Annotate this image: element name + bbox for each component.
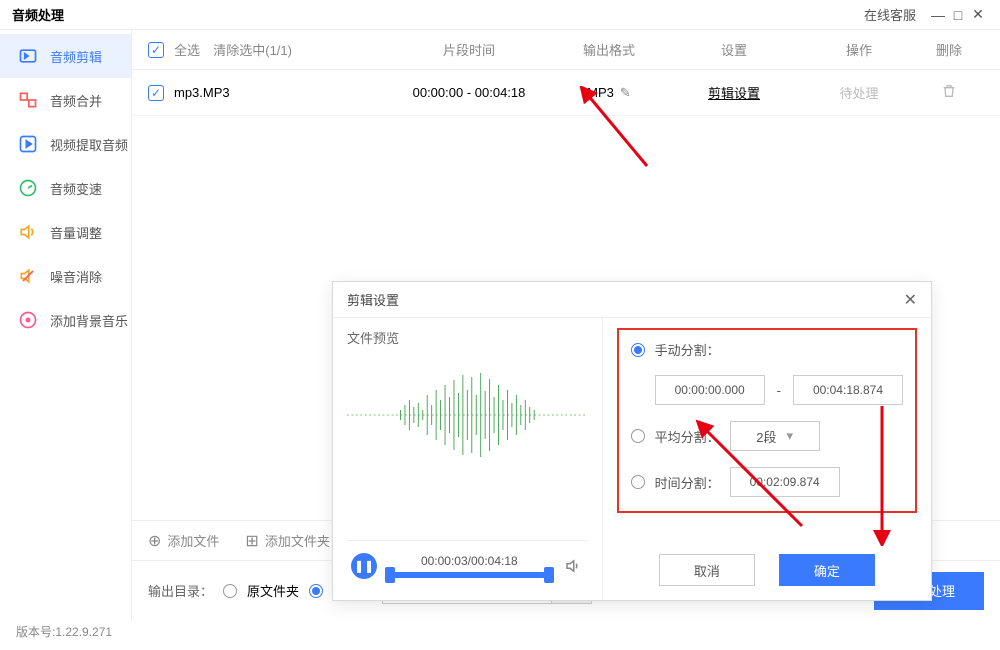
sidebar-item-label: 音量调整 [50,223,102,242]
sidebar-item-volume[interactable]: 音量调整 [0,210,131,254]
sidebar-item-label: 噪音消除 [50,267,102,286]
add-folder-button[interactable]: ⊞ 添加文件夹 [245,531,329,551]
output-custom-radio[interactable] [309,584,323,598]
cut-settings-dialog: 剪辑设置 ✕ 文件预览 [332,281,932,601]
row-cut-settings-link[interactable]: 剪辑设置 [708,86,760,101]
preview-label: 文件预览 [347,328,588,347]
merge-icon [18,90,38,110]
output-dir-label: 输出目录： [148,581,213,600]
maximize-button[interactable]: □ [948,7,968,23]
add-file-label: 添加文件 [167,531,219,550]
segment-count-value: 2段 [756,427,776,446]
range-handle-start[interactable] [385,567,395,583]
volume-button[interactable] [562,555,584,577]
add-file-button[interactable]: ⊕ 添加文件 [148,531,219,551]
edit-format-icon[interactable]: ✎ [620,85,631,101]
sidebar-item-label: 音频剪辑 [50,47,102,66]
online-support-link[interactable]: 在线客服 [864,5,916,24]
average-split-radio[interactable] [631,429,645,443]
manual-to-input[interactable]: 00:04:18.874 [793,375,903,405]
content-area: 剪辑设置 ✕ 文件预览 [132,116,1000,520]
time-split-input[interactable]: 00:02:09.874 [730,467,840,497]
row-delete-button[interactable] [914,83,984,102]
ok-button[interactable]: 确定 [779,554,875,586]
close-button[interactable]: ✕ [968,6,988,23]
col-format: 输出格式 [554,40,664,59]
dash-separator: - [777,383,781,398]
sidebar-item-audio-cut[interactable]: 音频剪辑 [0,34,131,78]
plus-circle-icon: ⊕ [148,531,161,551]
col-settings: 设置 [664,40,804,59]
dialog-close-button[interactable]: ✕ [904,290,917,310]
waveform-preview[interactable] [347,355,588,540]
range-slider[interactable] [387,572,552,578]
speed-icon [18,178,38,198]
clear-selection-link[interactable]: 清除选中(1/1) [213,43,292,58]
row-checkbox[interactable] [148,85,164,101]
audio-player: ❚❚ 00:00:03/00:04:18 [347,540,588,590]
split-options-box: 手动分割： 00:00:00.000 - 00:04:18.874 平均分割： [617,328,917,513]
time-split-label: 时间分割： [655,473,720,492]
denoise-icon [18,266,38,286]
plus-square-icon: ⊞ [245,531,258,551]
average-split-label: 平均分割： [655,427,720,446]
play-pause-button[interactable]: ❚❚ [351,553,377,579]
manual-split-radio[interactable] [631,343,645,357]
sidebar-item-denoise[interactable]: 噪音消除 [0,254,131,298]
sidebar-item-label: 添加背景音乐 [50,311,128,330]
sidebar-item-audio-merge[interactable]: 音频合并 [0,78,131,122]
sidebar-item-label: 音频合并 [50,91,102,110]
manual-split-label: 手动分割： [655,340,720,359]
col-time: 片段时间 [384,40,554,59]
sidebar-item-speed[interactable]: 音频变速 [0,166,131,210]
dialog-title: 剪辑设置 [347,290,904,309]
chevron-down-icon: ▾ [787,428,794,444]
version-label: 版本号:1.22.9.271 [16,623,112,640]
music-disc-icon [18,310,38,330]
table-header: 全选 清除选中(1/1) 片段时间 输出格式 设置 操作 删除 [132,30,1000,70]
sidebar-item-bgm[interactable]: 添加背景音乐 [0,298,131,342]
sidebar: 音频剪辑 音频合并 视频提取音频 音频变速 音量调整 噪音消除 添加背景音乐 [0,30,132,620]
col-operation: 操作 [804,40,914,59]
range-handle-end[interactable] [544,567,554,583]
manual-from-input[interactable]: 00:00:00.000 [655,375,765,405]
segment-count-select[interactable]: 2段 ▾ [730,421,820,451]
volume-icon [18,222,38,242]
sidebar-item-label: 视频提取音频 [50,135,128,154]
output-source-radio[interactable] [223,584,237,598]
cancel-button[interactable]: 取消 [659,554,755,586]
row-status: 待处理 [804,83,914,102]
row-format: MP3 [587,85,614,100]
time-split-radio[interactable] [631,475,645,489]
row-timerange: 00:00:00 - 00:04:18 [384,85,554,100]
app-title: 音频处理 [12,5,64,24]
sidebar-item-label: 音频变速 [50,179,102,198]
select-all-label: 全选 [174,43,200,58]
sidebar-item-extract-audio[interactable]: 视频提取音频 [0,122,131,166]
table-row: mp3.MP3 00:00:00 - 00:04:18 MP3 ✎ 剪辑设置 待… [132,70,1000,116]
scissors-icon [18,46,38,66]
player-timecode: 00:00:03/00:04:18 [421,554,518,568]
title-bar: 音频处理 在线客服 — □ ✕ [0,0,1000,30]
row-filename: mp3.MP3 [174,85,384,100]
output-source-label: 原文件夹 [247,581,299,600]
add-folder-label: 添加文件夹 [265,531,330,550]
extract-audio-icon [18,134,38,154]
col-delete: 删除 [914,40,984,59]
minimize-button[interactable]: — [928,7,948,23]
select-all-checkbox[interactable] [148,42,164,58]
